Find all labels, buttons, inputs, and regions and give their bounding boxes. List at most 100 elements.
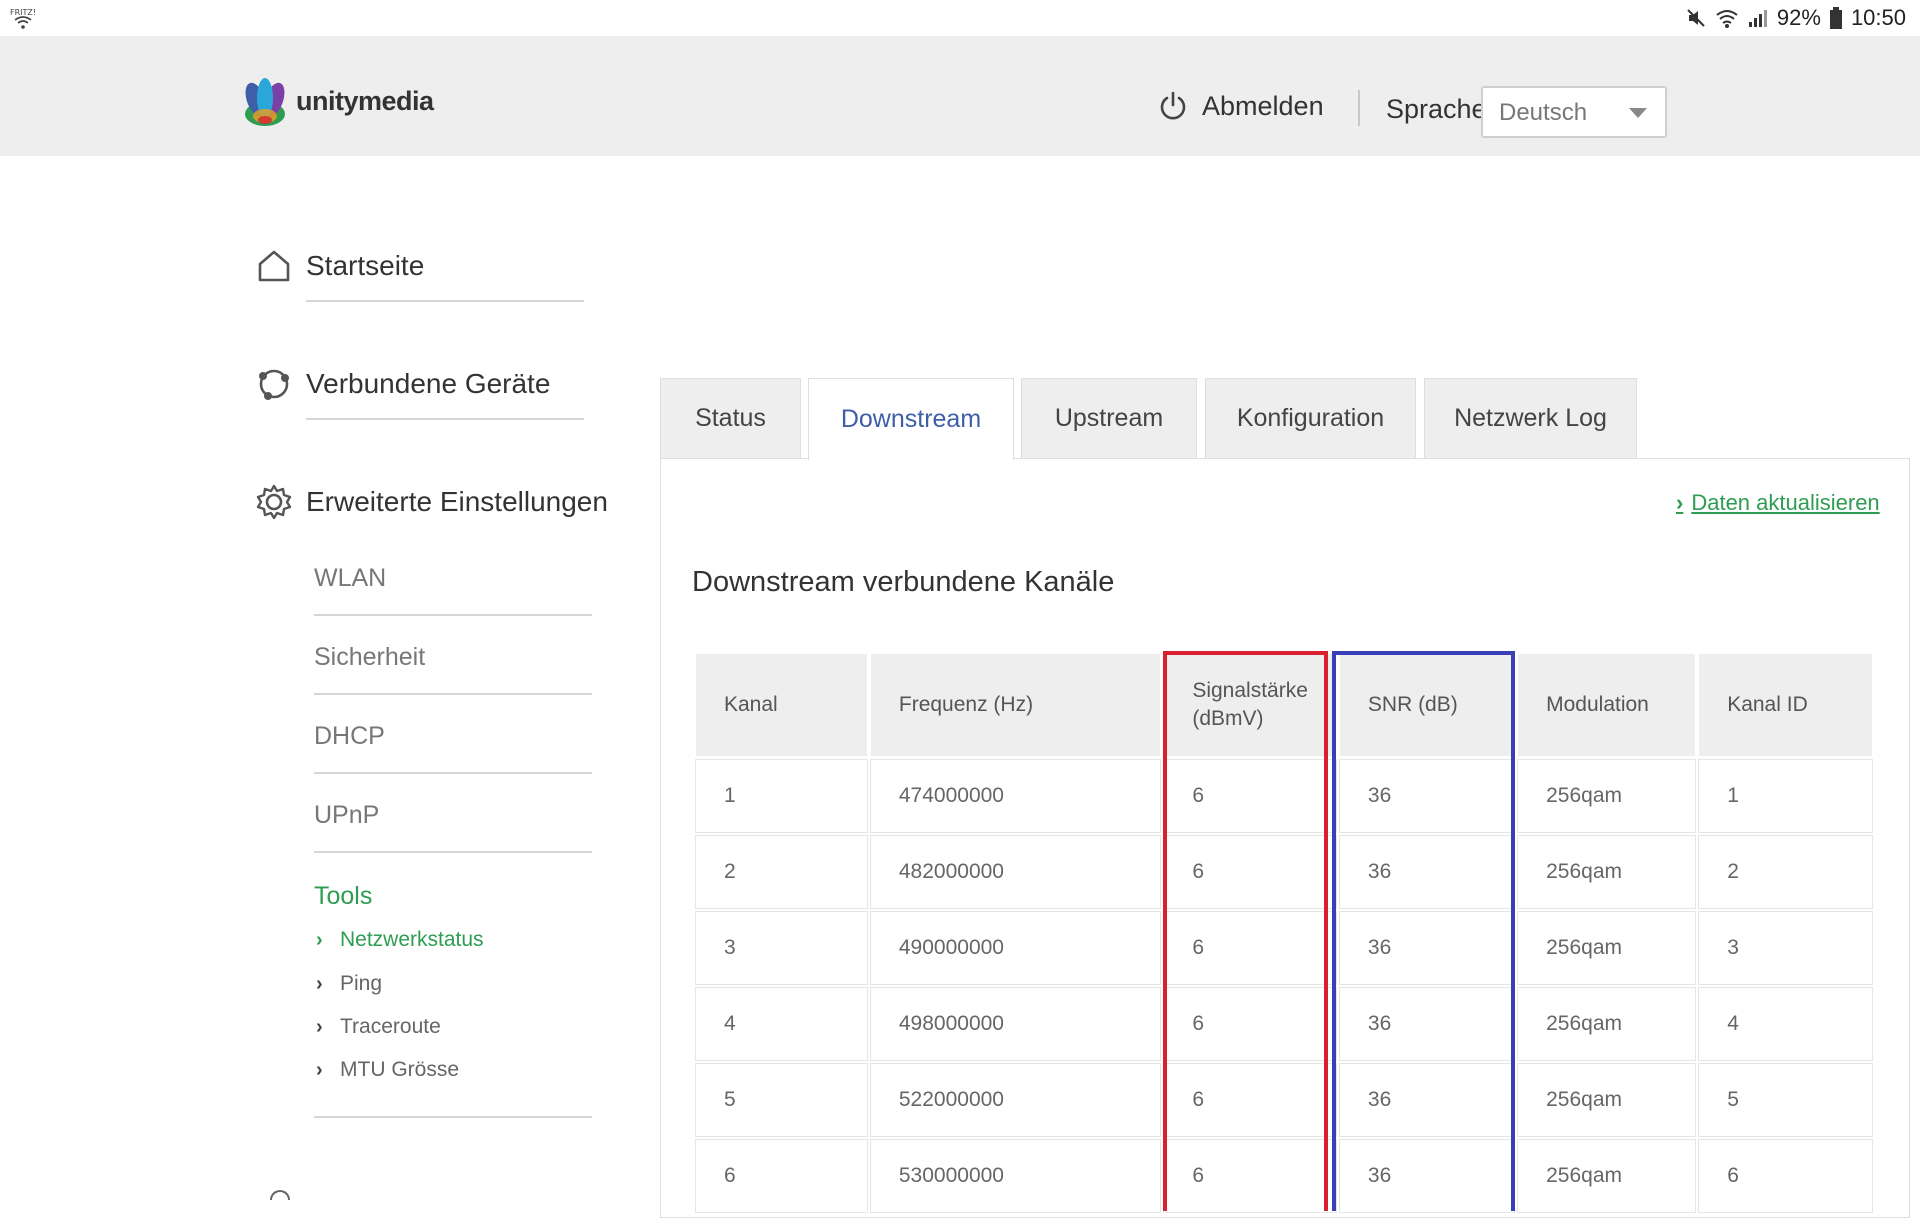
header-divider — [1358, 90, 1360, 126]
tool-link-mtu-groesse[interactable]: › MTU Grösse — [316, 1058, 459, 1082]
language-select-value: Deutsch — [1499, 99, 1588, 126]
sidebar-subitem-label: Sicherheit — [314, 643, 426, 671]
cell-signalstaerke: 6 — [1164, 836, 1336, 908]
tool-link-traceroute[interactable]: › Traceroute — [316, 1015, 441, 1039]
cell-kanal: 2 — [696, 836, 867, 908]
cell-frequenz: 530000000 — [870, 1140, 1161, 1212]
signal-icon — [1748, 10, 1767, 27]
cell-snr: 36 — [1339, 1140, 1515, 1212]
tool-link-netzwerkstatus[interactable]: › Netzwerkstatus — [316, 928, 484, 952]
table-row: 2 482000000 6 36 256qam 2 — [696, 836, 1872, 908]
divider — [314, 851, 592, 853]
sidebar-subitem-wlan[interactable]: WLAN — [314, 564, 592, 616]
sidebar-item-label: Startseite — [306, 250, 425, 281]
sidebar-item-label: Verbundene Geräte — [306, 368, 551, 399]
sidebar-item-label: Erweiterte Einstellungen — [306, 486, 608, 517]
cell-snr: 36 — [1339, 1064, 1515, 1136]
language-label: Sprache — [1386, 94, 1487, 124]
tool-link-label: Ping — [340, 972, 383, 995]
cell-modulation: 256qam — [1518, 1140, 1696, 1212]
cell-modulation: 256qam — [1518, 836, 1696, 908]
sidebar-subitem-dhcp[interactable]: DHCP — [314, 722, 592, 774]
cell-kanal-id: 6 — [1699, 1140, 1872, 1212]
mute-icon — [1687, 9, 1705, 27]
logo[interactable]: unitymedia — [240, 74, 434, 128]
column-header-modulation: Modulation — [1518, 654, 1696, 756]
section-title: Downstream verbundene Kanäle — [692, 566, 1115, 598]
sidebar-subitem-upnp[interactable]: UPnP — [314, 801, 592, 853]
column-header-frequenz: Frequenz (Hz) — [870, 654, 1161, 756]
column-header-kanal: Kanal — [696, 654, 867, 756]
wifi-icon — [1716, 10, 1738, 28]
column-header-signalstaerke: Signalstärke (dBmV) — [1164, 654, 1336, 756]
divider — [306, 300, 584, 302]
cell-frequenz: 490000000 — [870, 912, 1161, 984]
tool-link-ping[interactable]: › Ping — [316, 972, 382, 996]
cell-frequenz: 498000000 — [870, 988, 1161, 1060]
cell-frequenz: 474000000 — [870, 760, 1161, 832]
wifi-notification-icon: FRITZ! — [10, 8, 36, 29]
cell-kanal-id: 1 — [1699, 760, 1872, 832]
cell-signalstaerke: 6 — [1164, 1064, 1336, 1136]
tool-link-label: Traceroute — [340, 1015, 441, 1038]
table-row: 3 490000000 6 36 256qam 3 — [696, 912, 1872, 984]
tab-upstream[interactable]: Upstream — [1021, 378, 1197, 458]
android-status-bar: FRITZ! 92% 10:50 — [0, 0, 1920, 36]
chevron-right-icon: › — [316, 1058, 323, 1081]
downstream-channels-table: Kanal Frequenz (Hz) Signalstärke (dBmV) … — [692, 650, 1876, 1216]
page-header: unitymedia Abmelden Sprache Deutsch — [0, 36, 1920, 156]
devices-icon — [259, 369, 289, 400]
tool-link-label: MTU Grösse — [340, 1058, 460, 1081]
cell-frequenz: 522000000 — [870, 1064, 1161, 1136]
cell-kanal-id: 2 — [1699, 836, 1872, 908]
table-row: 4 498000000 6 36 256qam 4 — [696, 988, 1872, 1060]
sidebar-subitem-label: UPnP — [314, 801, 380, 829]
logout-button[interactable]: Abmelden — [1158, 90, 1324, 122]
clock: 10:50 — [1850, 5, 1906, 30]
cell-kanal: 4 — [696, 988, 867, 1060]
tab-netzwerk-log[interactable]: Netzwerk Log — [1424, 378, 1637, 458]
cell-signalstaerke: 6 — [1164, 912, 1336, 984]
cell-kanal: 3 — [696, 912, 867, 984]
cell-snr: 36 — [1339, 912, 1515, 984]
column-header-snr: SNR (dB) — [1339, 654, 1515, 756]
partial-nav-icon — [270, 1190, 290, 1200]
divider — [306, 418, 584, 420]
chevron-right-icon: › — [316, 1015, 323, 1038]
chevron-down-icon — [1629, 108, 1647, 118]
cell-kanal-id: 4 — [1699, 988, 1872, 1060]
svg-text:FRITZ!: FRITZ! — [10, 8, 36, 17]
battery-percentage: 92% — [1776, 5, 1821, 30]
cell-kanal: 5 — [696, 1064, 867, 1136]
cell-signalstaerke: 6 — [1164, 988, 1336, 1060]
tab-downstream[interactable]: Downstream — [808, 378, 1014, 460]
divider — [314, 614, 592, 616]
tool-link-label: Netzwerkstatus — [340, 928, 484, 951]
table-row: 6 530000000 6 36 256qam 6 — [696, 1140, 1872, 1212]
tab-status[interactable]: Status — [660, 378, 801, 458]
cell-snr: 36 — [1339, 988, 1515, 1060]
cell-modulation: 256qam — [1518, 760, 1696, 832]
cell-signalstaerke: 6 — [1164, 1140, 1336, 1212]
logo-text: unitymedia — [296, 85, 434, 116]
refresh-data-label: Daten aktualisieren — [1691, 490, 1880, 515]
language-select[interactable]: Deutsch — [1481, 86, 1667, 138]
power-icon — [1160, 91, 1186, 120]
cell-signalstaerke: 6 — [1164, 760, 1336, 832]
cell-snr: 36 — [1339, 760, 1515, 832]
cell-snr: 36 — [1339, 836, 1515, 908]
battery-icon — [1829, 7, 1842, 29]
table-row: 1 474000000 6 36 256qam 1 — [696, 760, 1872, 832]
gear-icon — [256, 484, 292, 520]
divider — [314, 693, 592, 695]
chevron-right-icon: › — [316, 928, 323, 951]
cell-modulation: 256qam — [1518, 1064, 1696, 1136]
cell-kanal-id: 5 — [1699, 1064, 1872, 1136]
sidebar-subitem-label: DHCP — [314, 722, 385, 750]
sidebar-subitem-sicherheit[interactable]: Sicherheit — [314, 643, 592, 695]
chevron-right-icon: › — [1676, 490, 1684, 515]
tab-konfiguration[interactable]: Konfiguration — [1205, 378, 1416, 458]
refresh-data-link[interactable]: › Daten aktualisieren — [1676, 490, 1880, 516]
sidebar-subitem-tools[interactable]: Tools — [314, 882, 372, 911]
home-icon — [258, 250, 290, 282]
